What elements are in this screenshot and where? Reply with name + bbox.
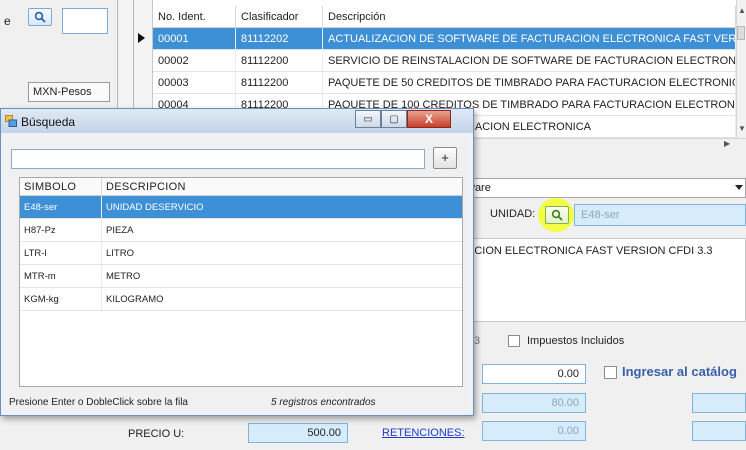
amount-field-3[interactable]: 0.00 <box>482 421 586 441</box>
right-field-1[interactable] <box>692 393 746 413</box>
grid-cell-clasificador: 81112200 <box>236 50 323 71</box>
left-code-input[interactable] <box>62 8 108 34</box>
scroll-right-icon[interactable]: ▶ <box>724 139 730 148</box>
ingresar-label: Ingresar al catálog <box>622 364 737 379</box>
chevron-down-icon[interactable] <box>735 185 743 190</box>
grid-cell-id: 00002 <box>153 50 236 71</box>
grid-cell-id: 00003 <box>153 72 236 93</box>
close-icon: X <box>424 112 433 126</box>
list-cell-description: PIEZA <box>106 225 134 236</box>
list-cell-description: KILOGRAMO <box>106 294 164 305</box>
grid-cell-clasificador: 81112200 <box>236 72 323 93</box>
search-icon <box>34 11 46 23</box>
list-item[interactable]: H87-Pz PIEZA <box>20 219 462 242</box>
amount-field-1[interactable]: 0.00 <box>482 364 586 384</box>
list-cell-description: METRO <box>106 271 141 282</box>
impuestos-checkbox[interactable] <box>508 335 520 347</box>
maximize-button[interactable]: ▢ <box>381 110 407 128</box>
grid-header: No. Ident. Clasificador Descripción <box>153 6 736 28</box>
list-cell-description: UNIDAD DESERVICIO <box>106 202 204 213</box>
grid-vertical-scrollbar[interactable] <box>736 0 746 140</box>
grid-row[interactable]: 00002 81112200 SERVICIO DE REINSTALACION… <box>153 50 736 72</box>
list-item[interactable]: E48-ser UNIDAD DESERVICIO <box>20 196 462 219</box>
amount-field-2[interactable]: 80.00 <box>482 393 586 413</box>
grid-cell-clasificador: 81112202 <box>236 28 323 49</box>
left-search-button[interactable] <box>28 8 52 26</box>
scroll-up-icon[interactable]: ▲ <box>738 6 746 15</box>
busqueda-dialog: Búsqueda ▭ ▢ X + SIMBOLO DESCRIPCION E48… <box>0 108 474 416</box>
list-item[interactable]: LTR-l LITRO <box>20 242 462 265</box>
grid-row[interactable]: 00001 81112202 ACTUALIZACION DE SOFTWARE… <box>153 28 736 50</box>
status-instructions: Presione Enter o DobleClick sobre la fil… <box>9 397 188 408</box>
list-cell-symbol: KGM-kg <box>20 288 102 310</box>
left-prefix-text: e <box>4 14 11 28</box>
description-textarea[interactable]: ACION ELECTRONICA FAST VERSION CFDI 3.3 <box>462 238 746 322</box>
precio-field[interactable]: 500.00 <box>248 423 348 443</box>
search-icon <box>551 209 563 221</box>
add-button[interactable]: + <box>433 147 457 169</box>
window-icon <box>5 115 17 127</box>
grid-header-id[interactable]: No. Ident. <box>153 6 236 27</box>
currency-select[interactable]: MXN-Pesos <box>28 82 110 102</box>
fragment-text: 3 <box>474 335 481 347</box>
list-cell-symbol: H87-Pz <box>20 219 102 241</box>
unidad-field[interactable]: E48-ser <box>574 204 746 226</box>
grid-header-descripcion[interactable]: Descripción <box>323 6 736 27</box>
impuestos-label: Impuestos Incluidos <box>527 335 625 347</box>
list-item[interactable]: MTR-m METRO <box>20 265 462 288</box>
ingresar-checkbox[interactable] <box>604 366 617 379</box>
retenciones-link[interactable]: RETENCIONES: <box>382 427 465 439</box>
unidad-search-button[interactable] <box>545 206 569 224</box>
grid-cell-id: 00001 <box>153 28 236 49</box>
grid-cell-descripcion: PAQUETE DE 50 CREDITOS DE TIMBRADO PARA … <box>323 72 736 93</box>
list-cell-symbol: LTR-l <box>20 242 102 264</box>
list-item[interactable]: KGM-kg KILOGRAMO <box>20 288 462 311</box>
dialog-title: Búsqueda <box>21 115 76 129</box>
right-field-2[interactable] <box>692 421 746 441</box>
close-button[interactable]: X <box>407 110 451 128</box>
caption-buttons: ▭ ▢ X <box>355 110 451 128</box>
list-header-descripcion[interactable]: DESCRIPCION <box>102 178 462 195</box>
results-list: SIMBOLO DESCRIPCION E48-ser UNIDAD DESER… <box>19 177 463 387</box>
list-header-simbolo[interactable]: SIMBOLO <box>20 178 102 195</box>
precio-label: PRECIO U: <box>128 428 185 440</box>
list-cell-symbol: MTR-m <box>20 265 102 287</box>
grid-cell-descripcion: ACTUALIZACION DE SOFTWARE DE FACTURACION… <box>323 28 736 49</box>
maximize-icon: ▢ <box>389 113 399 125</box>
list-cell-description: LITRO <box>106 248 134 259</box>
row-pointer-icon <box>138 33 145 43</box>
scroll-down-icon[interactable]: ▼ <box>738 124 746 133</box>
search-input[interactable] <box>11 149 425 169</box>
dialog-titlebar[interactable]: Búsqueda ▭ ▢ X <box>1 109 473 133</box>
grid-cell-descripcion: SERVICIO DE REINSTALACION DE SOFTWARE DE… <box>323 50 736 71</box>
category-dropdown[interactable]: ware <box>462 178 746 198</box>
grid-row[interactable]: 00003 81112200 PAQUETE DE 50 CREDITOS DE… <box>153 72 736 94</box>
status-record-count: 5 registros encontrados <box>271 397 376 408</box>
minimize-icon: ▭ <box>363 113 373 125</box>
list-header: SIMBOLO DESCRIPCION <box>20 178 462 196</box>
grid-header-clasificador[interactable]: Clasificador <box>236 6 323 27</box>
list-cell-symbol: E48-ser <box>20 196 102 218</box>
grid-scroll-thumb[interactable] <box>737 26 745 40</box>
minimize-button[interactable]: ▭ <box>355 110 381 128</box>
unidad-label: UNIDAD: <box>490 208 536 220</box>
